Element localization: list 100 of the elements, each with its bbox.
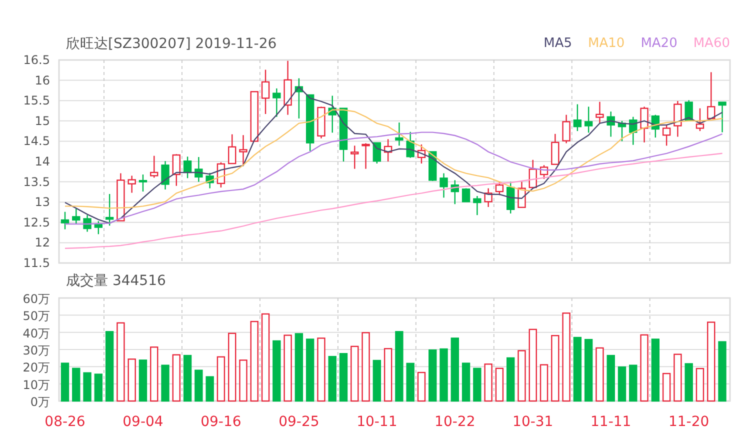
volume-bar [206, 376, 214, 402]
candlestick [328, 96, 336, 133]
volume-title: 成交量 344516 [66, 272, 166, 290]
volume-bar [72, 368, 80, 402]
volume-bar [272, 340, 281, 402]
candlestick [94, 221, 103, 234]
volume-bar [573, 336, 582, 402]
volume-bar [183, 354, 192, 402]
legend-label: MA60 [693, 35, 730, 53]
axis-label: 14 [34, 154, 50, 168]
volume-bar [138, 360, 148, 402]
candlestick [261, 70, 270, 114]
candlestick [674, 101, 682, 137]
volume-bar [306, 338, 314, 402]
axis-label: 50万 [22, 309, 50, 324]
volume-bar [651, 338, 660, 402]
candlestick [306, 94, 314, 151]
candlestick [495, 182, 504, 196]
date-label: 09-16 [200, 414, 242, 430]
axis-label: 10万 [22, 378, 50, 392]
volume-bar [406, 362, 414, 402]
candlestick [596, 102, 604, 124]
candlestick [60, 212, 70, 230]
candlestick [562, 114, 570, 144]
candlestick [484, 188, 492, 207]
volume-bar [584, 338, 593, 402]
candlestick [128, 176, 136, 193]
candlestick [684, 100, 693, 122]
axis-label: 20万 [22, 360, 50, 375]
candlestick [573, 104, 582, 132]
volume-bar [684, 363, 693, 402]
candlestick [473, 196, 482, 216]
candlestick [662, 124, 671, 146]
candlestick [294, 78, 304, 118]
volume-bar [83, 372, 92, 402]
volume-bar [60, 362, 70, 402]
candlestick [138, 174, 148, 192]
candlestick [417, 144, 426, 164]
volume-bar [450, 338, 459, 402]
date-label: 11-20 [668, 414, 710, 430]
date-label: 10-31 [512, 414, 554, 430]
volume-bar [462, 362, 470, 402]
candlestick [640, 106, 648, 142]
candlestick [450, 180, 459, 204]
candlestick [194, 157, 203, 182]
candlestick [116, 173, 125, 222]
candlestick [651, 114, 660, 138]
candlestick [206, 172, 214, 188]
candlestick [384, 139, 392, 162]
date-label: 10-11 [356, 414, 398, 430]
candlestick [606, 112, 615, 137]
volume-bar [294, 333, 304, 402]
volume-bar [194, 370, 203, 402]
axis-label: 13 [34, 195, 50, 210]
candlestick [105, 194, 114, 226]
volume-bar [506, 357, 515, 402]
date-label: 10-22 [434, 414, 476, 430]
volume-bar [94, 374, 103, 402]
candlestick [228, 134, 236, 164]
volume-bar [161, 364, 170, 402]
legend-label: MA5 [544, 35, 572, 53]
candlestick [584, 106, 593, 133]
legend-label: MA10 [588, 35, 625, 53]
chart-title: 欣旺达[SZ300207] 2019-11-26 [66, 35, 277, 53]
candlestick [250, 91, 258, 142]
volume-bar [372, 360, 382, 402]
date-label: 09-25 [278, 414, 320, 430]
axis-label: 15 [34, 114, 50, 128]
candlestick [161, 161, 170, 190]
volume-bar [395, 331, 404, 402]
axis-label: 11.5 [23, 256, 50, 270]
axis-label: 16 [34, 73, 50, 88]
volume-bar [718, 341, 726, 402]
candlestick [317, 106, 326, 138]
date-label: 09-04 [122, 414, 164, 430]
candlestick [150, 156, 158, 178]
volume-bar [473, 368, 482, 402]
axis-label: 0万 [30, 395, 50, 409]
candlestick [183, 156, 192, 178]
date-label: 11-11 [590, 414, 632, 430]
candlestick [172, 154, 180, 186]
axis-label: 12 [34, 236, 50, 250]
candlestick [629, 116, 638, 145]
volume-bar [328, 356, 336, 402]
axis-label: 12.5 [23, 215, 50, 230]
volume-bar [339, 353, 348, 402]
axis-label: 16.5 [23, 55, 50, 67]
volume-bar [440, 348, 448, 402]
axis-label: 15.5 [23, 94, 50, 108]
axis-label: 40万 [22, 326, 50, 340]
axis-label: 60万 [22, 292, 50, 306]
date-label: 08-26 [44, 414, 86, 430]
candlestick [350, 146, 359, 169]
candlestick [428, 151, 437, 181]
candlestick [83, 215, 92, 232]
candlestick [462, 188, 470, 202]
candlestick [696, 108, 704, 132]
candlestick [272, 88, 281, 117]
candlestick [518, 182, 526, 208]
candlestick [339, 108, 348, 162]
